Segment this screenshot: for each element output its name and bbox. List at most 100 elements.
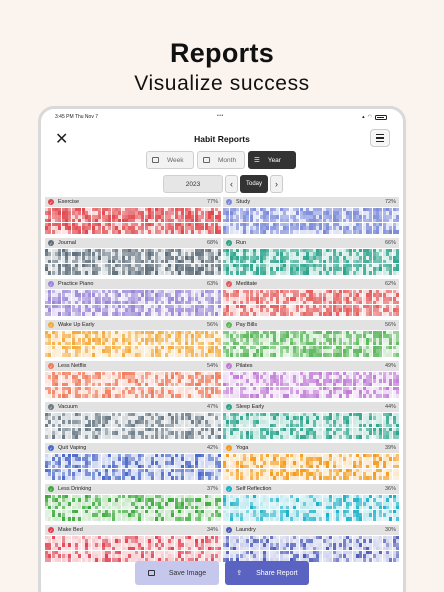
day-cell — [217, 394, 221, 398]
habit-name: Yoga — [236, 445, 249, 451]
habit-card[interactable]: ✓ Practice Piano 63% — [45, 279, 221, 316]
habit-percent: 54% — [206, 363, 218, 369]
check-icon: ✓ — [48, 281, 54, 287]
habit-name: Study — [236, 199, 251, 205]
check-icon: ✓ — [48, 199, 54, 205]
habit-name: Wake Up Early — [58, 322, 95, 328]
today-button[interactable]: Today — [240, 175, 268, 193]
habit-percent: 56% — [206, 322, 218, 328]
habit-name: Journal — [58, 240, 77, 246]
habit-card[interactable]: ✓ Wake Up Early 56% — [45, 320, 221, 357]
year-display[interactable]: 2023 — [163, 175, 223, 193]
year-heatmap — [223, 330, 399, 357]
habit-name: Meditate — [236, 281, 258, 287]
check-icon: ✓ — [226, 281, 232, 287]
tab-week-label: Week — [167, 156, 184, 164]
habit-card[interactable]: ✓ Less Netflix 54% — [45, 361, 221, 398]
habit-card[interactable]: ✓ Meditate 62% — [223, 279, 399, 316]
habit-card[interactable]: ✓ Journal 68% — [45, 238, 221, 275]
check-icon: ✓ — [48, 322, 54, 328]
habit-card[interactable]: ✓ Pay Bills 56% — [223, 320, 399, 357]
tab-week[interactable]: Week — [146, 151, 194, 169]
wifi-icon: ◠ — [367, 114, 372, 120]
habit-card-header: ✓ Exercise 77% — [45, 197, 221, 207]
list-icon: ☰ — [254, 157, 260, 164]
hero-subtitle: Visualize success — [134, 72, 310, 95]
multitask-dots-icon: ••• — [217, 113, 224, 119]
status-bar: 3:45 PM Thu Nov 7 ••• ▴ ◠ — [41, 113, 403, 124]
menu-button[interactable] — [370, 129, 390, 147]
week-icon — [152, 157, 159, 163]
habit-name: Vacuum — [58, 404, 78, 410]
habit-percent: 47% — [206, 404, 218, 410]
next-year-button[interactable]: › — [270, 175, 283, 193]
habit-percent: 68% — [206, 240, 218, 246]
day-cell — [217, 230, 221, 234]
status-time: 3:45 PM Thu Nov 7 — [55, 114, 98, 120]
habit-card-header: ✓ Pilates 49% — [223, 361, 399, 371]
year-heatmap — [45, 453, 221, 480]
year-heatmap — [45, 207, 221, 234]
check-icon: ✓ — [226, 240, 232, 246]
day-cell — [217, 435, 221, 439]
habit-card-header: ✓ Quit Vaping 42% — [45, 443, 221, 453]
tab-month[interactable]: Month — [197, 151, 245, 169]
day-cell — [217, 271, 221, 275]
day-cell — [395, 271, 399, 275]
check-icon: ✓ — [226, 199, 232, 205]
check-icon: ✓ — [226, 445, 232, 451]
year-heatmap — [45, 412, 221, 439]
habit-card[interactable]: ✓ Sleep Early 44% — [223, 402, 399, 439]
day-cell — [395, 312, 399, 316]
year-heatmap — [45, 330, 221, 357]
habit-card[interactable]: ✓ Yoga 39% — [223, 443, 399, 480]
habit-card[interactable]: ✓ Vacuum 47% — [45, 402, 221, 439]
check-icon: ✓ — [226, 404, 232, 410]
year-heatmap — [223, 207, 399, 234]
day-cell — [395, 353, 399, 357]
check-icon: ✓ — [48, 240, 54, 246]
habit-percent: 62% — [384, 281, 396, 287]
tab-year[interactable]: ☰ Year — [248, 151, 296, 169]
day-cell — [395, 394, 399, 398]
year-heatmap — [223, 412, 399, 439]
habit-percent: 63% — [206, 281, 218, 287]
habit-name: Quit Vaping — [58, 445, 87, 451]
battery-icon — [375, 114, 387, 120]
habit-name: Less Netflix — [58, 363, 87, 369]
year-heatmap — [223, 289, 399, 316]
tab-month-label: Month — [218, 156, 237, 164]
check-icon: ✓ — [48, 445, 54, 451]
habit-name: Practice Piano — [58, 281, 94, 287]
day-cell — [395, 435, 399, 439]
habit-percent: 49% — [384, 363, 396, 369]
habit-percent: 42% — [206, 445, 218, 451]
habit-name: Pay Bills — [236, 322, 258, 328]
year-heatmap — [45, 289, 221, 316]
habit-card[interactable]: ✓ Exercise 77% — [45, 197, 221, 234]
status-icons: ▴ ◠ — [362, 114, 387, 120]
period-tabs: Week Month ☰ Year — [146, 151, 296, 169]
habit-card-header: ✓ Vacuum 47% — [45, 402, 221, 412]
habit-card-header: ✓ Wake Up Early 56% — [45, 320, 221, 330]
year-heatmap — [45, 371, 221, 398]
habit-percent: 77% — [206, 199, 218, 205]
year-heatmap — [45, 248, 221, 275]
tab-year-label: Year — [267, 156, 281, 164]
page-title: Habit Reports — [194, 134, 250, 144]
top-bar: ✕ Habit Reports — [41, 125, 403, 153]
habit-card-header: ✓ Sleep Early 44% — [223, 402, 399, 412]
year-navigator: 2023 ‹ Today › — [163, 175, 283, 193]
day-cell — [217, 312, 221, 316]
habit-card[interactable]: ✓ Study 72% — [223, 197, 399, 234]
habit-name: Exercise — [58, 199, 80, 205]
habit-card[interactable]: ✓ Pilates 49% — [223, 361, 399, 398]
habit-card-header: ✓ Less Netflix 54% — [45, 361, 221, 371]
habit-percent: 72% — [384, 199, 396, 205]
habit-card[interactable]: ✓ Quit Vaping 42% — [45, 443, 221, 480]
habit-card[interactable]: ✓ Run 66% — [223, 238, 399, 275]
prev-year-button[interactable]: ‹ — [225, 175, 238, 193]
year-heatmap — [223, 453, 399, 480]
habit-card-header: ✓ Study 72% — [223, 197, 399, 207]
habit-percent: 66% — [384, 240, 396, 246]
